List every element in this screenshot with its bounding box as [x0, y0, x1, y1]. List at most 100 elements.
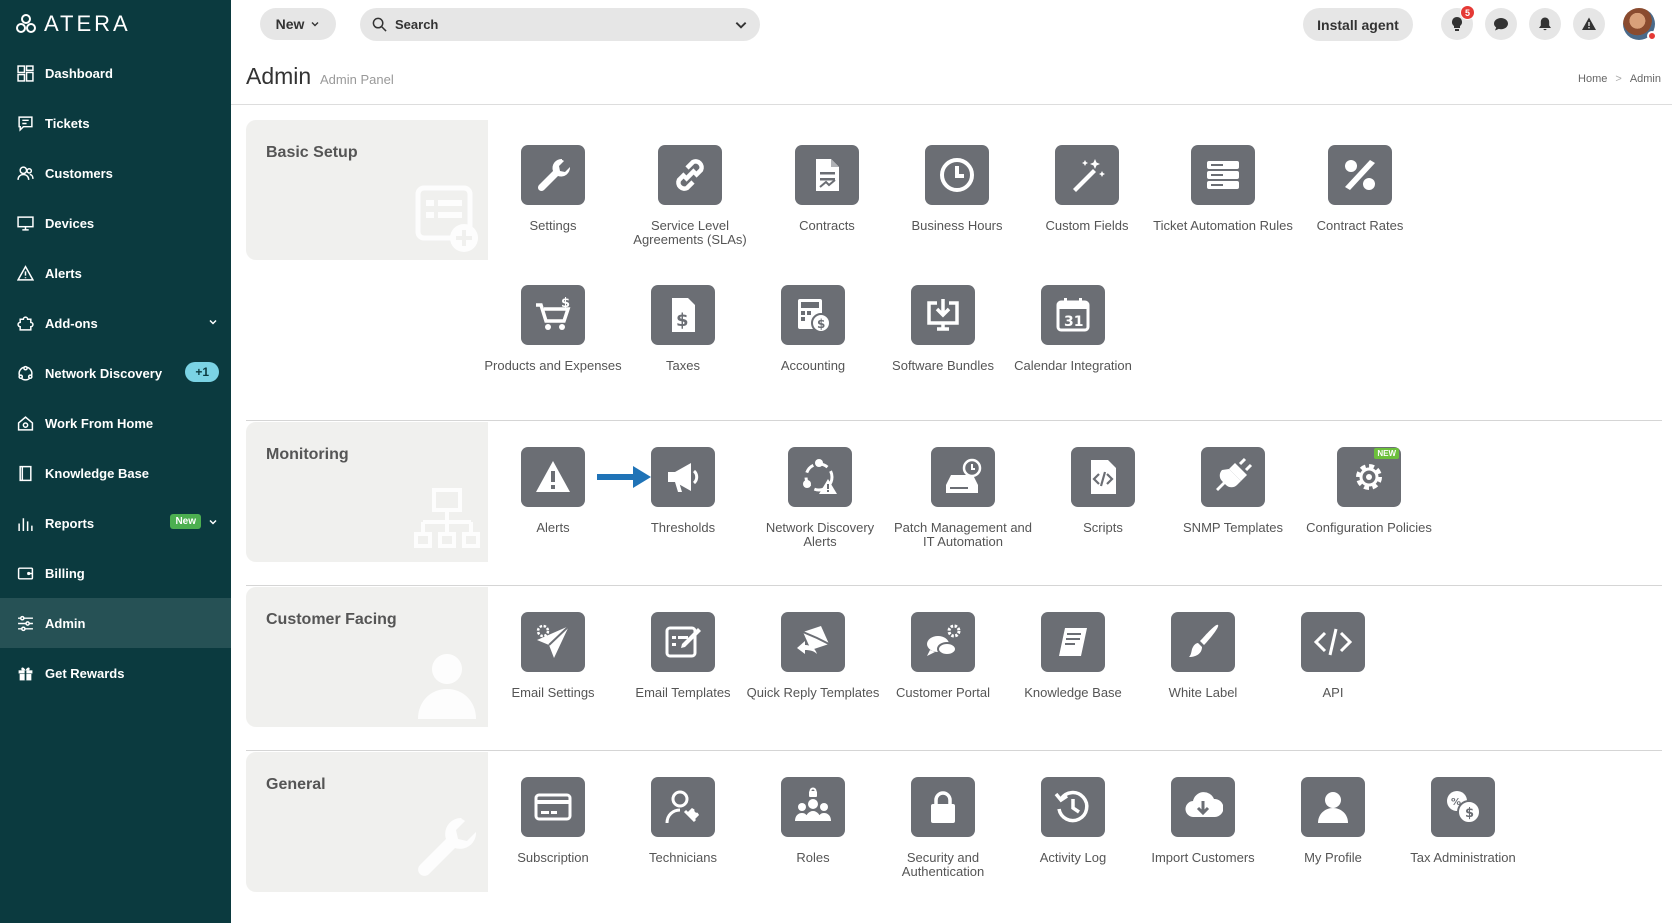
code-icon: [1301, 612, 1365, 672]
tile-email-settings[interactable]: Email Settings: [483, 612, 623, 700]
tile-contract-rates[interactable]: Contract Rates: [1290, 145, 1430, 233]
chat-button[interactable]: [1485, 8, 1517, 40]
tile-email-templates[interactable]: Email Templates: [613, 612, 753, 700]
addons-icon: [16, 314, 34, 332]
tile-activity-log[interactable]: Activity Log: [1003, 777, 1143, 865]
tax-coins-icon: % $: [1431, 777, 1495, 837]
notification-count: 5: [1460, 5, 1475, 20]
sidebar-item-customers[interactable]: Customers: [0, 148, 231, 198]
sidebar-item-addons[interactable]: Add-ons: [0, 298, 231, 348]
section-title: Customer Facing: [266, 611, 397, 628]
section-divider: [246, 585, 1662, 586]
sidebar-item-devices[interactable]: Devices: [0, 198, 231, 248]
sidebar-item-billing[interactable]: Billing: [0, 548, 231, 598]
person-icon: [418, 654, 476, 719]
tile-quick-reply-templates[interactable]: Quick Reply Templates: [743, 612, 883, 700]
tile-business-hours[interactable]: Business Hours: [887, 145, 1027, 233]
tile-custom-fields[interactable]: Custom Fields: [1017, 145, 1157, 233]
sidebar-item-reports[interactable]: Reports New: [0, 498, 231, 548]
tile-patch-management[interactable]: Patch Management and IT Automation: [893, 447, 1033, 549]
sidebar-item-alerts[interactable]: Alerts: [0, 248, 231, 298]
page-subtitle: Admin Panel: [320, 72, 394, 87]
brand-name: ATERA: [44, 11, 131, 36]
code-file-icon: [1071, 447, 1135, 507]
search-input[interactable]: [395, 17, 726, 32]
devices-icon: [16, 214, 34, 232]
tile-label: Security and Authentication: [901, 850, 985, 879]
tile-label: Taxes: [666, 358, 700, 373]
tile-tax-administration[interactable]: % $ Tax Administration: [1393, 777, 1533, 865]
chevron-down-icon: [311, 22, 319, 27]
tile-products-and-expenses[interactable]: $ Products and Expenses: [483, 285, 623, 373]
history-icon: [1041, 777, 1105, 837]
brand-logo[interactable]: ATERA: [0, 0, 231, 48]
sidebar-item-admin[interactable]: Admin: [0, 598, 231, 648]
sidebar-item-network-discovery[interactable]: Network Discovery +1: [0, 348, 231, 398]
sidebar-item-get-rewards[interactable]: Get Rewards: [0, 648, 231, 698]
svg-text:$: $: [1465, 806, 1474, 821]
paintbrush-icon: [1171, 612, 1235, 672]
send-gear-icon: [521, 612, 585, 672]
server-icon: [1191, 145, 1255, 205]
tile-ticket-automation-rules[interactable]: Ticket Automation Rules: [1153, 145, 1293, 233]
tile-label: API: [1322, 685, 1344, 700]
tile-customer-portal[interactable]: Customer Portal: [873, 612, 1013, 700]
lightbulb-button[interactable]: 5: [1441, 5, 1475, 40]
sidebar-item-label: Add-ons: [45, 315, 98, 331]
tile-technicians[interactable]: Technicians: [613, 777, 753, 865]
tile-label: Subscription: [517, 850, 589, 865]
cart-icon: $: [521, 285, 585, 345]
new-badge: NEW: [1374, 448, 1399, 459]
sidebar-item-dashboard[interactable]: Dashboard: [0, 48, 231, 98]
tile-label: Custom Fields: [1045, 218, 1129, 233]
sidebar-item-tickets[interactable]: Tickets: [0, 98, 231, 148]
tile-subscription[interactable]: Subscription: [483, 777, 623, 865]
new-button[interactable]: New: [260, 8, 336, 40]
sidebar-item-work-from-home[interactable]: Work From Home: [0, 398, 231, 448]
tile-security-and-authentication[interactable]: Security and Authentication: [873, 777, 1013, 879]
tile-my-profile[interactable]: My Profile: [1263, 777, 1403, 865]
tile-software-bundles[interactable]: Software Bundles: [873, 285, 1013, 373]
tile-contracts[interactable]: Contracts: [757, 145, 897, 233]
tile-calendar-integration[interactable]: 31 Calendar Integration: [1003, 285, 1143, 373]
tile-white-label[interactable]: White Label: [1133, 612, 1273, 700]
warning-icon: [1582, 17, 1596, 30]
gear-icon: NEW: [1337, 447, 1401, 507]
tile-label: Business Hours: [911, 218, 1003, 233]
tile-label: Thresholds: [650, 520, 716, 535]
tile-alerts[interactable]: Alerts: [483, 447, 623, 535]
tile-settings[interactable]: Settings: [483, 145, 623, 233]
svg-text:$: $: [561, 296, 570, 311]
breadcrumb-home[interactable]: Home: [1578, 73, 1607, 85]
sidebar-item-knowledge-base[interactable]: Knowledge Base: [0, 448, 231, 498]
avatar[interactable]: [1623, 8, 1657, 41]
credit-card-icon: [521, 777, 585, 837]
tile-network-discovery-alerts[interactable]: Network Discovery Alerts: [750, 447, 890, 549]
tile-taxes[interactable]: $ Taxes: [613, 285, 753, 373]
user-group-icon: [781, 777, 845, 837]
tile-configuration-policies[interactable]: NEW Configuration Policies: [1299, 447, 1439, 535]
tile-scripts[interactable]: Scripts: [1033, 447, 1173, 535]
tile-slas[interactable]: Service Level Agreements (SLAs): [620, 145, 760, 247]
install-agent-button[interactable]: Install agent: [1303, 8, 1413, 41]
tile-thresholds[interactable]: Thresholds: [613, 447, 753, 535]
tile-label: SNMP Templates: [1183, 520, 1283, 535]
percent-icon: [1328, 145, 1392, 205]
tile-api[interactable]: API: [1263, 612, 1403, 700]
atera-logo-icon: [16, 14, 36, 33]
network-discovery-icon: [16, 364, 34, 382]
breadcrumb-current: Admin: [1629, 73, 1661, 85]
tile-roles[interactable]: Roles: [743, 777, 883, 865]
tile-label: Email Settings: [511, 685, 595, 700]
search-bar[interactable]: [360, 8, 760, 41]
warning-button[interactable]: [1573, 8, 1605, 40]
tile-import-customers[interactable]: Import Customers: [1133, 777, 1273, 865]
tile-accounting[interactable]: $ Accounting: [743, 285, 883, 373]
notifications-button[interactable]: [1529, 8, 1561, 40]
bell-icon: [1539, 17, 1551, 31]
tile-knowledge-base[interactable]: Knowledge Base: [1003, 612, 1143, 700]
tile-snmp-templates[interactable]: SNMP Templates: [1163, 447, 1303, 535]
tile-label: Alerts: [536, 520, 570, 535]
chevron-down-icon[interactable]: [734, 18, 748, 32]
count-badge: +1: [185, 362, 219, 382]
